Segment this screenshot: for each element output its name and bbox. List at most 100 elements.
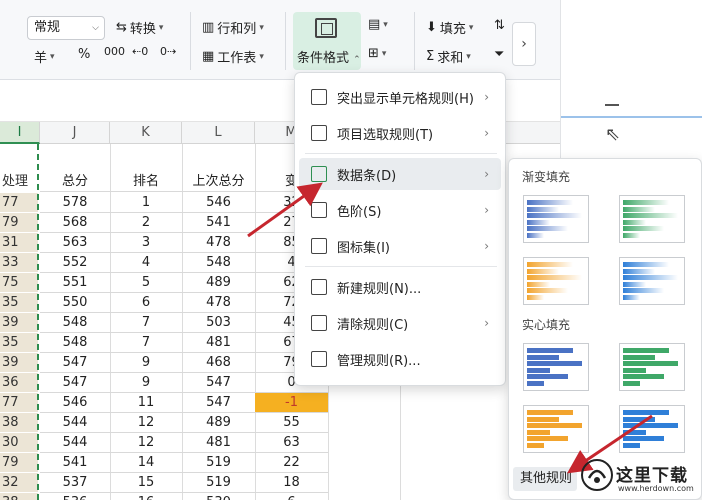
menu-item-color-scales[interactable]: 色阶(S) › [299, 194, 501, 226]
cell[interactable]: 552 [40, 253, 110, 273]
cell[interactable]: 79 [0, 213, 38, 233]
menu-item-new-rule[interactable]: 新建规则(N)... [299, 271, 501, 303]
cell[interactable]: 39 [0, 353, 38, 373]
cell[interactable]: 79 [0, 453, 38, 473]
gradient-data-bar-swatch[interactable] [619, 257, 685, 305]
cell[interactable]: 568 [40, 213, 110, 233]
cell[interactable]: 578 [40, 193, 110, 213]
cell[interactable]: 548 [182, 253, 255, 273]
cell[interactable]: 9 [110, 373, 182, 393]
solid-data-bar-swatch[interactable] [523, 343, 589, 391]
cell[interactable]: 537 [40, 473, 110, 493]
cell[interactable]: 1 [110, 193, 182, 213]
cell[interactable]: 548 [40, 313, 110, 333]
column-header-j[interactable]: J [40, 122, 110, 144]
percent-button[interactable]: % [78, 47, 90, 62]
decrease-decimal-button[interactable]: 0⇢ [160, 45, 176, 58]
cell[interactable]: 547 [182, 373, 255, 393]
solid-data-bar-swatch[interactable] [619, 343, 685, 391]
convert-button[interactable]: ⇆ 转换 ▾ [116, 18, 163, 37]
cell[interactable]: 550 [40, 293, 110, 313]
cell[interactable]: 35 [0, 333, 38, 353]
column-header-k[interactable]: K [110, 122, 182, 144]
cell[interactable]: 6 [255, 493, 328, 500]
menu-item-top-bottom-rules[interactable]: 项目选取规则(T) › [299, 117, 501, 149]
cell[interactable]: 468 [182, 353, 255, 373]
cell[interactable]: 4 [110, 253, 182, 273]
cell[interactable]: 3 [110, 233, 182, 253]
cell[interactable]: -1 [255, 393, 328, 413]
ribbon-expand-button[interactable]: › [512, 22, 536, 66]
cell[interactable]: 7 [110, 333, 182, 353]
cell[interactable]: 75 [0, 273, 38, 293]
fill-button[interactable]: ⬇ 填充 ▾ [426, 18, 473, 37]
cell[interactable]: 530 [182, 493, 255, 500]
cell[interactable]: 478 [182, 233, 255, 253]
cell[interactable]: 18 [255, 473, 328, 493]
gradient-data-bar-swatch[interactable] [523, 257, 589, 305]
cell[interactable]: 546 [182, 193, 255, 213]
cell[interactable]: 12 [110, 433, 182, 453]
cell[interactable]: 9 [110, 353, 182, 373]
sort-button[interactable]: ⇅ [494, 18, 505, 33]
cell-header[interactable]: 处理 [0, 172, 38, 192]
cell[interactable]: 33 [0, 253, 38, 273]
cell[interactable]: 30 [0, 433, 38, 453]
cell[interactable]: 15 [110, 473, 182, 493]
cell-style-button[interactable]: ▤ ▾ [368, 17, 388, 32]
cell[interactable]: 22 [255, 453, 328, 473]
cell[interactable]: 563 [40, 233, 110, 253]
worksheet-button[interactable]: ▦ 工作表 ▾ [202, 47, 264, 66]
conditional-format-button[interactable]: 条件格式 ⌃ [293, 12, 361, 70]
cell[interactable]: 544 [40, 413, 110, 433]
increase-decimal-button[interactable]: ⇠0 [132, 45, 148, 58]
cell[interactable]: 6 [110, 293, 182, 313]
cell[interactable]: 519 [182, 473, 255, 493]
cell[interactable]: 36 [0, 373, 38, 393]
solid-data-bar-swatch[interactable] [523, 405, 589, 453]
rows-cols-button[interactable]: ▥ 行和列 ▾ [202, 18, 264, 37]
number-format-select[interactable]: 常规 ⌵ [27, 16, 105, 40]
cell[interactable]: 489 [182, 413, 255, 433]
cell[interactable]: 544 [40, 433, 110, 453]
cell[interactable]: 478 [182, 293, 255, 313]
cell[interactable]: 77 [0, 193, 38, 213]
cell-header[interactable]: 总分 [40, 172, 110, 192]
filter-button[interactable]: ⏷ [494, 47, 504, 62]
column-header-i[interactable]: I [0, 122, 40, 144]
cell[interactable]: 536 [40, 493, 110, 500]
cell[interactable]: 63 [255, 433, 328, 453]
cell-header[interactable]: 上次总分 [182, 172, 255, 192]
menu-item-highlight-rules[interactable]: 突出显示单元格规则(H) › [299, 81, 501, 113]
menu-item-icon-sets[interactable]: 图标集(I) › [299, 230, 501, 262]
more-rules-item[interactable]: 其他规则 [513, 467, 577, 491]
border-button[interactable]: ⊞ ▾ [368, 46, 386, 61]
gradient-data-bar-swatch[interactable] [523, 195, 589, 243]
minimize-icon[interactable] [605, 104, 619, 106]
cell[interactable]: 16 [110, 493, 182, 500]
cell[interactable]: 77 [0, 393, 38, 413]
cell[interactable]: 489 [182, 273, 255, 293]
cell[interactable]: 503 [182, 313, 255, 333]
menu-item-manage-rules[interactable]: 管理规则(R)... [299, 343, 501, 375]
cell[interactable]: 39 [0, 313, 38, 333]
cell[interactable]: 35 [0, 293, 38, 313]
cell[interactable]: 11 [110, 393, 182, 413]
menu-item-clear-rules[interactable]: 清除规则(C) › [299, 307, 501, 339]
cell[interactable]: 12 [110, 413, 182, 433]
cell[interactable]: 481 [182, 433, 255, 453]
cell[interactable]: 2 [110, 213, 182, 233]
cell[interactable]: 547 [182, 393, 255, 413]
cell[interactable]: 7 [110, 313, 182, 333]
cell[interactable]: 481 [182, 333, 255, 353]
column-header-l[interactable]: L [182, 122, 255, 144]
cell[interactable]: 547 [40, 353, 110, 373]
cell[interactable]: 541 [40, 453, 110, 473]
cell[interactable]: 32 [0, 473, 38, 493]
cell[interactable]: 519 [182, 453, 255, 473]
cell[interactable]: 14 [110, 453, 182, 473]
sum-button[interactable]: Σ 求和 ▾ [426, 47, 471, 66]
menu-item-data-bars[interactable]: 数据条(D) › [299, 158, 501, 190]
solid-data-bar-swatch[interactable] [619, 405, 685, 453]
cursor-icon[interactable]: ⇖ [605, 124, 620, 145]
